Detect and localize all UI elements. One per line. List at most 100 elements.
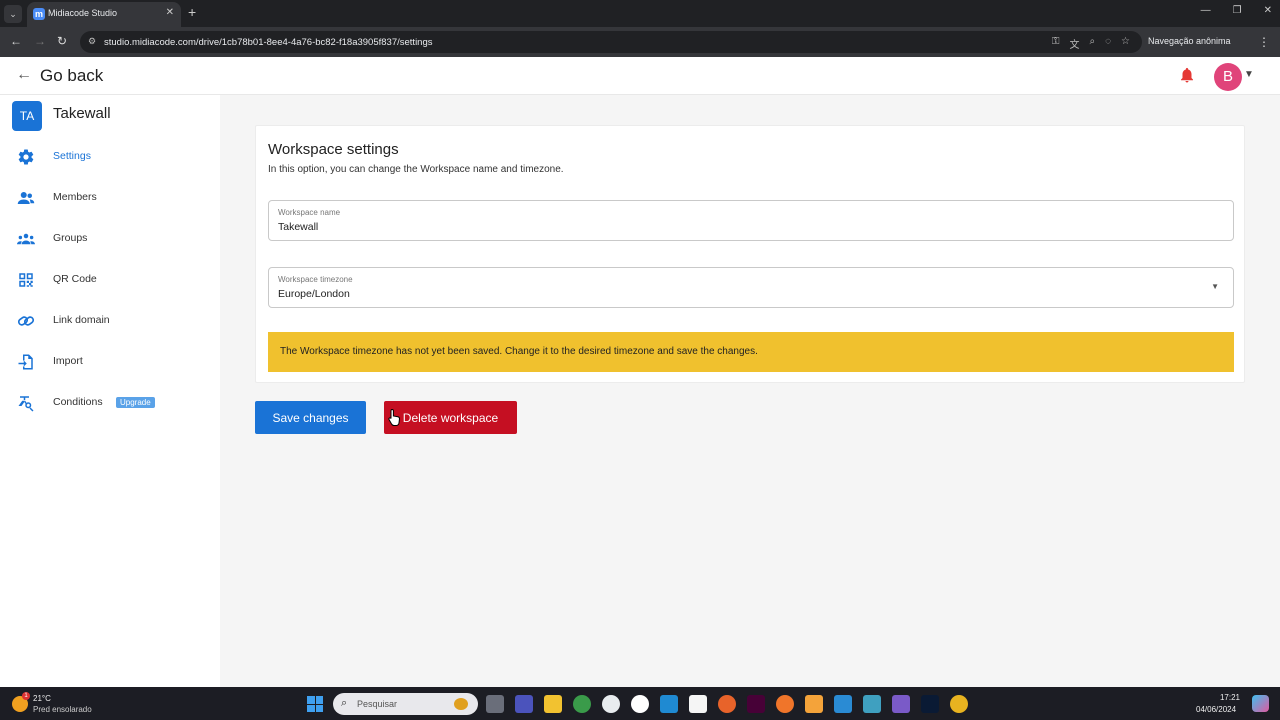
sidebar-item-link-domain[interactable]: Link domain (0, 306, 220, 336)
close-tab-icon[interactable]: ✕ (166, 7, 174, 18)
sidebar-item-label: Conditions (53, 396, 103, 408)
restore-icon[interactable]: ❐ (1233, 5, 1242, 16)
sidebar-item-import[interactable]: Import (0, 347, 220, 377)
search-icon: ⌕ (341, 697, 348, 709)
taskbar-apps (486, 695, 968, 713)
sidebar-item-qr-code[interactable]: QR Code (0, 265, 220, 295)
chrome-active-icon[interactable] (950, 695, 968, 713)
teams-icon[interactable] (515, 695, 533, 713)
warning-text: The Workspace timezone has not yet been … (280, 346, 758, 357)
search-placeholder: Pesquisar (357, 699, 398, 709)
field-value: Europe/London (278, 288, 350, 300)
tab-search-icon[interactable]: ⌄ (4, 5, 22, 23)
field-value: Takewall (278, 221, 319, 233)
dropdown-arrow-icon[interactable]: ▼ (1211, 282, 1219, 291)
firefox-icon[interactable] (718, 695, 736, 713)
qr-code-icon (19, 273, 33, 287)
sidebar-item-label: Import (53, 355, 83, 367)
url-text: studio.midiacode.com/drive/1cb78b01-8ee4… (104, 37, 433, 48)
minimize-icon[interactable]: — (1201, 5, 1211, 16)
workspace-timezone-select[interactable]: Workspace timezone Europe/London ▼ (268, 267, 1234, 308)
workspace-settings-card: Workspace settings In this option, you c… (255, 125, 1245, 383)
sidebar-item-label: Groups (53, 232, 88, 244)
sidebar-item-settings[interactable]: Settings (0, 142, 220, 172)
save-changes-button[interactable]: Save changes (255, 401, 366, 434)
workspace-name-field[interactable]: Workspace name Takewall (268, 200, 1234, 241)
notepad-icon[interactable] (689, 695, 707, 713)
snipping-tool-icon[interactable] (863, 695, 881, 713)
taskbar-search[interactable]: ⌕ Pesquisar (333, 693, 478, 715)
windows-start-icon[interactable] (307, 696, 323, 712)
github-icon[interactable] (631, 695, 649, 713)
upgrade-badge[interactable]: Upgrade (116, 397, 155, 408)
favicon-icon: m (33, 8, 45, 20)
workspace-badge: TA (12, 101, 42, 131)
tab-title: Midiacode Studio (48, 8, 118, 18)
chrome-icon[interactable] (573, 695, 591, 713)
sidebar-item-label: QR Code (53, 273, 97, 285)
back-icon[interactable]: ← (10, 34, 22, 48)
eye-off-icon[interactable]: ◌ (1105, 36, 1111, 51)
link-icon (17, 316, 35, 326)
go-back-link[interactable]: Go back (40, 66, 103, 86)
windows-app-icon[interactable] (834, 695, 852, 713)
file-explorer-icon[interactable] (544, 695, 562, 713)
slack-icon[interactable] (602, 695, 620, 713)
hand-cursor-icon (388, 408, 400, 426)
weather-description[interactable]: Pred ensolarado (33, 705, 92, 714)
password-key-icon[interactable]: ⚿ (1052, 36, 1060, 51)
notification-bell-icon[interactable] (1178, 66, 1196, 84)
reload-icon[interactable]: ↻ (57, 34, 67, 48)
incognito-label[interactable]: Navegação anônima (1148, 36, 1231, 46)
browser-tab-bar: ⌄ m Midiacode Studio ✕ + — ❐ ✕ (0, 0, 1280, 27)
workspace-name: Takewall (53, 105, 111, 122)
sublime-text-icon[interactable] (805, 695, 823, 713)
back-arrow-icon[interactable]: ← (16, 66, 32, 84)
clock-time[interactable]: 17:21 (1214, 693, 1240, 702)
timezone-warning-alert: The Workspace timezone has not yet been … (268, 332, 1234, 372)
gear-icon (18, 149, 34, 165)
site-info-icon[interactable]: ⚙ (88, 36, 96, 47)
postman-icon[interactable] (776, 695, 794, 713)
browser-tab[interactable]: m Midiacode Studio ✕ (27, 2, 181, 27)
sidebar-item-members[interactable]: Members (0, 183, 220, 213)
sidebar-item-groups[interactable]: Groups (0, 224, 220, 254)
zoom-icon[interactable]: ⌕ (1089, 36, 1095, 51)
photoshop-icon[interactable] (921, 695, 939, 713)
omnibox-actions: ⚿ 文 ⌕ ◌ ☆ (1052, 36, 1130, 51)
browser-toolbar: ← → ↻ ⚙ studio.midiacode.com/drive/1cb78… (0, 27, 1280, 57)
search-highlight-icon (454, 698, 468, 710)
vscode-icon[interactable] (660, 695, 678, 713)
sidebar-item-label: Members (53, 191, 97, 203)
sidebar: TA Takewall Settings Members Groups QR C… (0, 95, 220, 687)
members-icon (17, 192, 35, 204)
groups-icon (17, 233, 35, 245)
weather-alert-badge: 1 (22, 692, 30, 700)
forward-icon[interactable]: → (34, 34, 46, 48)
sidebar-item-label: Link domain (53, 314, 110, 326)
task-view-icon[interactable] (486, 695, 504, 713)
page-subtitle: In this option, you can change the Works… (268, 164, 564, 175)
weather-temperature[interactable]: 21°C (33, 694, 51, 703)
field-label: Workspace timezone (278, 275, 353, 284)
address-bar[interactable]: ⚙ studio.midiacode.com/drive/1cb78b01-8e… (80, 31, 1142, 53)
chevron-down-icon[interactable]: ▼ (1244, 69, 1254, 80)
delete-workspace-button[interactable]: Delete workspace (384, 401, 517, 434)
user-avatar[interactable]: B (1214, 63, 1242, 91)
os-taskbar: 1 21°C Pred ensolarado ⌕ Pesquisar 17:21… (0, 687, 1280, 720)
clipchamp-icon[interactable] (892, 695, 910, 713)
translate-icon[interactable]: 文 (1069, 36, 1079, 51)
close-window-icon[interactable]: ✕ (1264, 5, 1272, 16)
app-header: ← Go back B ▼ (0, 57, 1280, 95)
sidebar-item-conditions[interactable]: Conditions Upgrade (0, 388, 220, 418)
copilot-icon[interactable] (1252, 695, 1269, 712)
import-icon (18, 354, 33, 370)
adobe-xd-icon[interactable] (747, 695, 765, 713)
main-content: Workspace settings In this option, you c… (220, 95, 1280, 687)
sidebar-item-label: Settings (53, 150, 91, 162)
window-controls: — ❐ ✕ (1201, 5, 1272, 16)
clock-date[interactable]: 04/06/2024 (1196, 705, 1236, 714)
new-tab-icon[interactable]: + (188, 4, 196, 20)
browser-menu-icon[interactable]: ⋮ (1258, 35, 1270, 49)
bookmark-star-icon[interactable]: ☆ (1121, 36, 1130, 51)
